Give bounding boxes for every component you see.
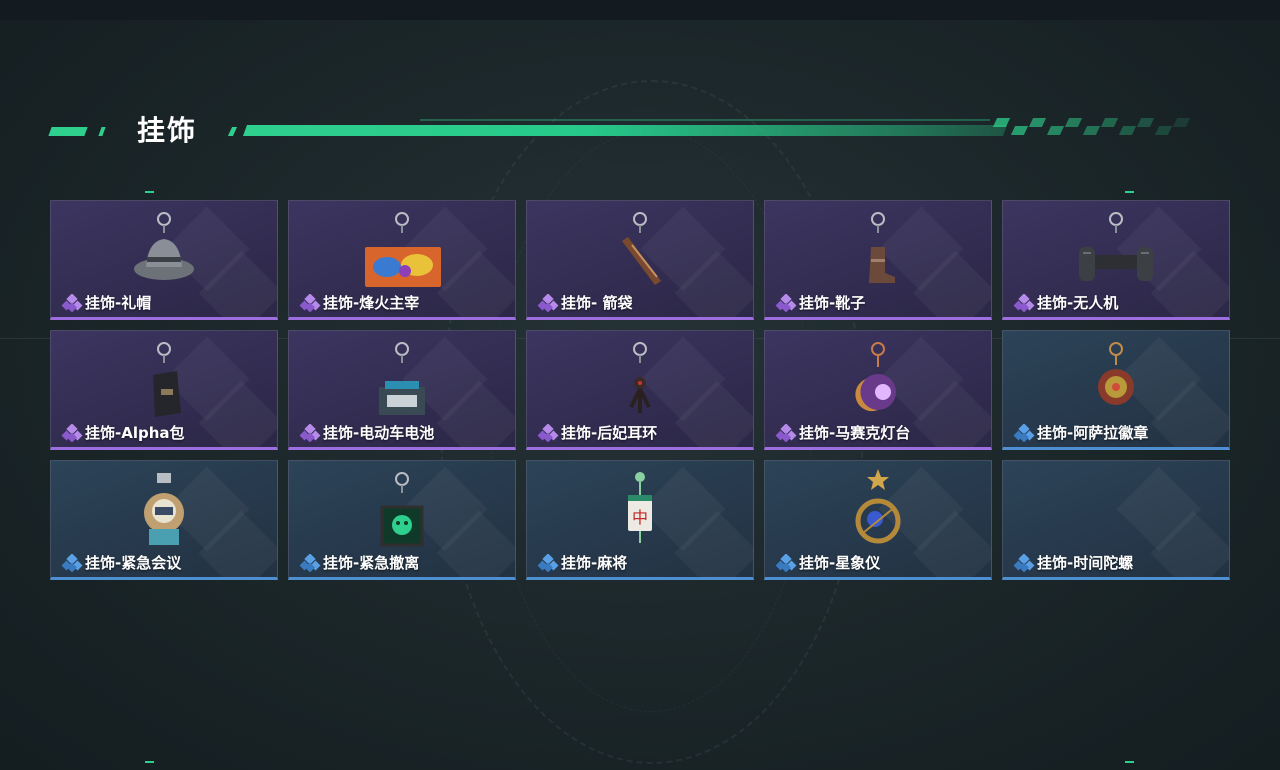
epic-rarity-icon — [775, 422, 797, 442]
epic-rarity-icon — [299, 292, 321, 312]
charm-label: 挂饰-礼帽 — [61, 292, 151, 313]
charm-label: 挂饰-马赛克灯台 — [775, 422, 910, 443]
charm-name: 挂饰-星象仪 — [799, 554, 881, 572]
rare-rarity-icon — [775, 552, 797, 572]
charm-name: 挂饰-马赛克灯台 — [799, 424, 911, 442]
charm-card[interactable]: 挂饰-Alpha包 — [50, 330, 278, 450]
top-bar — [0, 0, 1280, 20]
badge-icon — [1071, 337, 1161, 417]
rare-rarity-icon — [1013, 422, 1035, 442]
charm-label: 挂饰-靴子 — [775, 292, 865, 313]
charm-label: 挂饰-阿萨拉徽章 — [1013, 422, 1148, 443]
corner-tick — [1125, 761, 1134, 763]
section-title: 挂饰 — [137, 114, 198, 147]
fedora-hat-icon — [119, 207, 209, 287]
charm-card[interactable]: 挂饰-紧急会议 — [50, 460, 278, 580]
rare-rarity-icon — [1013, 552, 1035, 572]
rare-rarity-icon — [61, 552, 83, 572]
epic-rarity-icon — [299, 422, 321, 442]
charm-label: 挂饰-无人机 — [1013, 292, 1118, 313]
charm-name: 挂饰-礼帽 — [85, 294, 152, 312]
header-accent-bar — [227, 127, 238, 136]
charm-name: 挂饰-后妃耳环 — [561, 424, 658, 442]
charm-name: 挂饰-无人机 — [1037, 294, 1119, 312]
charm-label: 挂饰-电动车电池 — [299, 422, 434, 443]
charm-label: 挂饰-星象仪 — [775, 552, 880, 573]
charm-card[interactable]: 挂饰-靴子 — [764, 200, 992, 320]
charm-card[interactable]: 挂饰-无人机 — [1002, 200, 1230, 320]
astrolabe-icon — [833, 467, 923, 547]
header-accent-bar — [98, 127, 106, 136]
corner-tick — [145, 191, 154, 193]
drone-icon — [1071, 207, 1161, 287]
charm-name: 挂饰-烽火主宰 — [323, 294, 420, 312]
epic-rarity-icon — [61, 422, 83, 442]
charm-label: 挂饰-时间陀螺 — [1013, 552, 1133, 573]
charm-card[interactable]: 挂饰-时间陀螺 — [1002, 460, 1230, 580]
quiver-icon — [595, 207, 685, 287]
charm-label: 挂饰-麻将 — [537, 552, 627, 573]
charm-card[interactable]: 挂饰-电动车电池 — [288, 330, 516, 450]
header-checker-pattern — [992, 118, 1205, 138]
battery-icon — [357, 337, 447, 417]
boot-icon — [833, 207, 923, 287]
charm-name: 挂饰-麻将 — [561, 554, 628, 572]
charm-name: 挂饰-电动车电池 — [323, 424, 435, 442]
charm-card[interactable]: 中挂饰-麻将 — [526, 460, 754, 580]
corner-tick — [1125, 191, 1134, 193]
charm-name: 挂饰-Alpha包 — [85, 424, 185, 442]
epic-rarity-icon — [775, 292, 797, 312]
evac-sign-icon — [357, 467, 447, 547]
charm-name: 挂饰- 箭袋 — [561, 294, 633, 312]
earring-icon — [595, 337, 685, 417]
charm-card[interactable]: 挂饰-礼帽 — [50, 200, 278, 320]
epic-rarity-icon — [537, 292, 559, 312]
charm-name: 挂饰-紧急撤离 — [323, 554, 420, 572]
gyroscope-icon — [1071, 467, 1161, 547]
corner-tick — [145, 761, 154, 763]
header-thin-line — [420, 119, 990, 121]
charm-card[interactable]: 挂饰-星象仪 — [764, 460, 992, 580]
charm-label: 挂饰-烽火主宰 — [299, 292, 419, 313]
header-accent-line — [242, 125, 1008, 136]
section-header: 挂饰 — [0, 105, 1280, 155]
mahjong-tile-icon: 中 — [595, 467, 685, 547]
graffiti-tag-icon — [357, 207, 447, 287]
rare-rarity-icon — [299, 552, 321, 572]
mosaic-lamp-icon — [833, 337, 923, 417]
charm-label: 挂饰-后妃耳环 — [537, 422, 657, 443]
epic-rarity-icon — [61, 292, 83, 312]
epic-rarity-icon — [1013, 292, 1035, 312]
charm-label: 挂饰-紧急撤离 — [299, 552, 419, 573]
charm-card[interactable]: 挂饰-后妃耳环 — [526, 330, 754, 450]
header-accent-bar — [48, 127, 88, 136]
svg-text:中: 中 — [632, 508, 648, 527]
charm-card[interactable]: 挂饰-马赛克灯台 — [764, 330, 992, 450]
charm-card[interactable]: 挂饰-紧急撤离 — [288, 460, 516, 580]
rare-rarity-icon — [537, 552, 559, 572]
charm-card[interactable]: 挂饰- 箭袋 — [526, 200, 754, 320]
charm-name: 挂饰-时间陀螺 — [1037, 554, 1134, 572]
pouch-icon — [119, 337, 209, 417]
meeting-figure-icon — [119, 467, 209, 547]
charm-card[interactable]: 挂饰-烽火主宰 — [288, 200, 516, 320]
charm-card[interactable]: 挂饰-阿萨拉徽章 — [1002, 330, 1230, 450]
charm-name: 挂饰-靴子 — [799, 294, 866, 312]
charm-label: 挂饰-紧急会议 — [61, 552, 181, 573]
charm-name: 挂饰-阿萨拉徽章 — [1037, 424, 1149, 442]
charm-label: 挂饰- 箭袋 — [537, 292, 632, 313]
charm-label: 挂饰-Alpha包 — [61, 422, 185, 443]
charm-name: 挂饰-紧急会议 — [85, 554, 182, 572]
epic-rarity-icon — [537, 422, 559, 442]
